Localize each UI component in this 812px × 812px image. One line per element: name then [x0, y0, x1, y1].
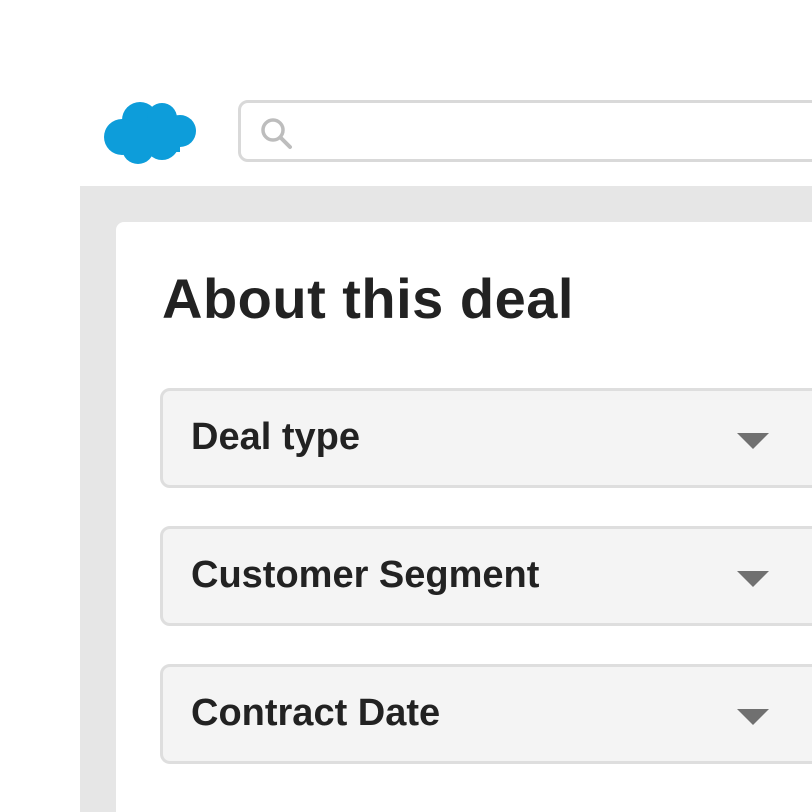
chevron-down-icon — [737, 571, 769, 587]
customer-segment-dropdown[interactable]: Customer Segment — [160, 526, 812, 626]
dropdown-label: Customer Segment — [191, 554, 540, 596]
search-input[interactable] — [303, 111, 807, 153]
dropdown-label: Deal type — [191, 416, 360, 458]
deal-type-dropdown[interactable]: Deal type — [160, 388, 812, 488]
card-title: About this deal — [162, 267, 574, 330]
search-bar[interactable] — [238, 100, 812, 162]
dropdown-label: Contract Date — [191, 692, 441, 734]
chevron-down-icon — [737, 433, 769, 449]
chevron-down-icon — [737, 709, 769, 725]
contract-date-dropdown[interactable]: Contract Date — [160, 664, 812, 764]
cloud-logo-icon[interactable] — [102, 100, 196, 166]
page: About this deal Deal type Customer Segme… — [0, 0, 812, 812]
search-icon — [261, 118, 292, 149]
